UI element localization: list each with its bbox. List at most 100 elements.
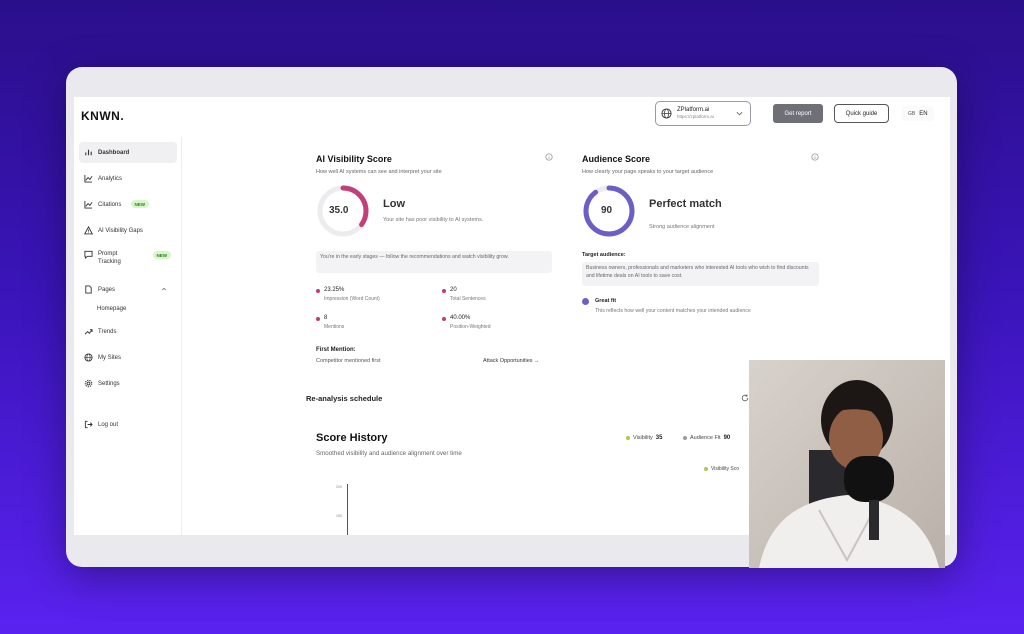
- card-title: Audience Score: [582, 154, 651, 164]
- great-fit-description: This reflects how well your content matc…: [595, 308, 751, 314]
- attack-opportunities-link[interactable]: Attack Opportunities →: [483, 358, 540, 364]
- info-icon[interactable]: [545, 153, 553, 161]
- sidebar-item-label: Pages: [98, 286, 116, 293]
- new-badge: NEW: [152, 251, 171, 259]
- reanalysis-title: Re-analysis schedule: [306, 394, 383, 403]
- target-audience-title: Target audience:: [582, 252, 626, 258]
- metric-value: 40.00%: [450, 315, 471, 321]
- legend-dot: [626, 436, 630, 440]
- site-url: https://zplatform.ai: [677, 114, 714, 120]
- score-history-card: Score History Smoothed visibility and au…: [306, 422, 826, 535]
- sidebar-item-homepage[interactable]: Homepage: [97, 306, 126, 312]
- language-label: EN: [919, 110, 928, 117]
- metric-dot: [316, 317, 320, 321]
- target-audience-text: Business owners, professionals and marke…: [582, 262, 819, 286]
- audience-description: Strong audience alignment: [649, 224, 715, 230]
- card-title: AI Visibility Score: [316, 154, 392, 164]
- logout-icon: [84, 420, 93, 429]
- line-chart-icon: [84, 200, 93, 209]
- card-subtitle: How well AI systems can see and interpre…: [316, 169, 442, 175]
- metric-dot: [316, 289, 320, 293]
- globe-icon: [661, 108, 672, 119]
- sidebar-item-analytics[interactable]: Analytics: [79, 168, 177, 189]
- site-name: ZPlatform.ai: [677, 107, 710, 114]
- great-fit-title: Great fit: [595, 298, 617, 304]
- metric-label: Total Sentences: [450, 296, 486, 302]
- y-tick: 150: [336, 514, 342, 518]
- legend-visibility: Visibility 35: [626, 435, 662, 441]
- audience-score-card: Audience Score How clearly your page spe…: [572, 142, 828, 376]
- visibility-description: Your site has poor visibility to AI syst…: [383, 217, 484, 223]
- site-selector[interactable]: ZPlatform.ai https://zplatform.ai: [655, 101, 751, 126]
- sidebar-item-label: Trends: [98, 328, 117, 335]
- sidebar: Dashboard Analytics Citations NEW AI Vis…: [74, 137, 182, 535]
- metric-dot: [442, 317, 446, 321]
- card-subtitle: How clearly your page speaks to your tar…: [582, 169, 714, 175]
- trending-up-icon: [84, 329, 93, 335]
- quick-guide-button[interactable]: Quick guide: [834, 104, 889, 123]
- sidebar-item-label: Citations: [98, 201, 122, 208]
- metric-value: 20: [450, 287, 457, 293]
- progress-hint: You're in the early stages — follow the …: [316, 251, 552, 273]
- metric-label: Mentions: [324, 324, 345, 330]
- legend-value: 35: [655, 435, 663, 441]
- sidebar-item-label: Log out: [98, 421, 119, 428]
- legend-label: Visibility Sco: [711, 466, 739, 472]
- globe-icon: [84, 353, 93, 362]
- new-badge: NEW: [130, 200, 149, 208]
- sidebar-item-my-sites[interactable]: My Sites: [79, 347, 177, 368]
- language-selector[interactable]: GB EN: [902, 106, 934, 121]
- sidebar-item-label: AI Visibility Gaps: [98, 227, 143, 234]
- line-chart-icon: [84, 174, 93, 183]
- metric-value: 23.25%: [324, 287, 345, 293]
- ai-visibility-card: AI Visibility Score How well AI systems …: [306, 142, 562, 376]
- y-tick: 200: [336, 485, 342, 489]
- sidebar-item-trends[interactable]: Trends: [79, 321, 177, 342]
- legend-dot: [683, 436, 687, 440]
- great-fit-dot: [582, 298, 589, 305]
- bar-chart-icon: [85, 149, 92, 156]
- sidebar-item-label: Settings: [98, 380, 120, 387]
- top-bar: KNWN. ZPlatform.ai https://zplatform.ai …: [74, 97, 950, 137]
- sidebar-item-label: Prompt Tracking: [98, 251, 121, 265]
- y-axis: [347, 484, 348, 535]
- sidebar-item-label: Dashboard: [98, 149, 130, 156]
- legend-label: Visibility: [633, 435, 653, 441]
- document-icon: [85, 285, 92, 294]
- metric-label: Impression (Word Count): [324, 296, 380, 302]
- legend-dot: [704, 467, 708, 471]
- sidebar-item-label: Analytics: [98, 175, 123, 182]
- legend-value: 90: [723, 435, 731, 441]
- sidebar-item-label: My Sites: [98, 354, 122, 361]
- warning-icon: [84, 226, 93, 235]
- visibility-level: Low: [383, 198, 405, 210]
- get-report-button[interactable]: Get report: [773, 104, 823, 123]
- logout-button[interactable]: Log out: [79, 414, 177, 435]
- refresh-icon[interactable]: [741, 394, 749, 402]
- legend-audience-fit: Audience Fit 90: [683, 435, 730, 441]
- metric-dot: [442, 289, 446, 293]
- first-mention-title: First Mention:: [316, 347, 356, 353]
- sidebar-item-dashboard[interactable]: Dashboard: [79, 142, 177, 163]
- sidebar-item-pages[interactable]: Pages: [79, 279, 177, 300]
- chart-legend: Visibility Sco: [704, 466, 739, 472]
- metric-label: Position-Weighted: [450, 324, 491, 330]
- visibility-score-value: 35.0: [329, 205, 349, 216]
- audience-score-value: 90: [601, 205, 613, 216]
- sidebar-item-settings[interactable]: Settings: [79, 373, 177, 394]
- chevron-up-icon: [161, 287, 167, 291]
- info-icon[interactable]: [811, 153, 819, 161]
- sidebar-item-citations[interactable]: Citations NEW: [79, 194, 177, 215]
- card-title: Score History: [316, 432, 388, 444]
- flag-icon: GB: [908, 110, 916, 117]
- first-mention-text: Competitor mentioned first: [316, 358, 381, 364]
- audience-level: Perfect match: [649, 198, 722, 210]
- sidebar-item-ai-visibility-gaps[interactable]: AI Visibility Gaps: [79, 220, 177, 241]
- sidebar-item-prompt-tracking[interactable]: Prompt Tracking NEW: [79, 246, 177, 272]
- card-subtitle: Smoothed visibility and audience alignme…: [316, 450, 462, 457]
- webcam-overlay: [749, 360, 945, 568]
- chevron-down-icon: [736, 111, 743, 116]
- message-icon: [84, 250, 93, 259]
- gear-icon: [84, 379, 93, 388]
- logo: KNWN.: [81, 109, 125, 123]
